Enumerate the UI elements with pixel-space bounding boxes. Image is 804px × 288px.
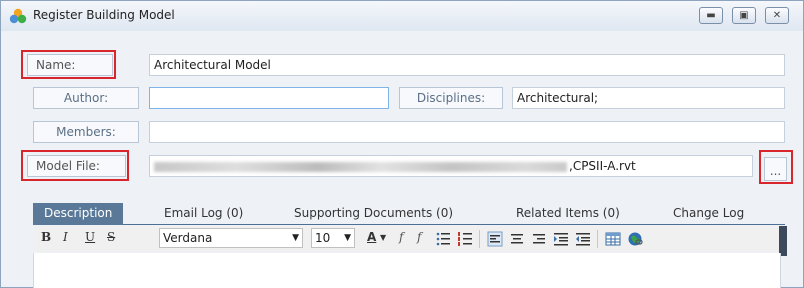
bold-button[interactable]: B (41, 230, 51, 244)
table-icon[interactable] (605, 231, 621, 247)
register-building-model-window: Register Building Model ▬ ▣ ✕ Name: Arch… (0, 0, 804, 288)
close-button[interactable]: ✕ (765, 7, 789, 24)
chevron-down-icon: ▼ (344, 233, 351, 243)
toolbar-overflow-scroll[interactable] (779, 226, 787, 256)
strikethrough-button[interactable]: S (107, 230, 115, 244)
align-center-icon[interactable] (509, 231, 525, 247)
chevron-down-icon: ▼ (380, 233, 387, 242)
minimize-button[interactable]: ▬ (699, 7, 723, 24)
author-button[interactable]: Author: (33, 87, 139, 109)
align-right-icon[interactable] (531, 231, 547, 247)
model-file-field[interactable]: ,CPSII-A.rvt (149, 155, 753, 177)
underline-button[interactable]: U (85, 230, 95, 244)
editor-toolbar: B I U S Verdana ▼ 10 ▼ A ▼ f f (33, 226, 779, 252)
browse-button-highlight (759, 150, 793, 184)
window-title: Register Building Model (33, 8, 175, 22)
disciplines-button[interactable]: Disciplines: (399, 87, 503, 109)
toolbar-divider (479, 230, 480, 248)
indent-icon[interactable] (553, 231, 569, 247)
insert-link-globe-icon[interactable] (627, 231, 643, 247)
tab-change-log[interactable]: Change Log (673, 204, 744, 223)
unordered-list-icon[interactable] (435, 231, 451, 247)
minimize-icon: ▬ (706, 10, 716, 21)
title-bar: Register Building Model ▬ ▣ ✕ (1, 1, 803, 31)
app-logo-icon (9, 8, 27, 24)
tab-related-items[interactable]: Related Items (0) (516, 204, 620, 223)
tab-description[interactable]: Description (33, 203, 124, 225)
members-button[interactable]: Members: (33, 121, 139, 143)
redacted-path (154, 161, 567, 172)
members-field[interactable] (149, 121, 785, 143)
name-field[interactable]: Architectural Model (149, 54, 785, 76)
font-color-button[interactable]: A (367, 230, 376, 244)
close-icon: ✕ (772, 10, 782, 21)
font-size-select[interactable]: 10 ▼ (311, 228, 355, 248)
model-file-label-highlight (21, 150, 129, 181)
tab-supporting-documents[interactable]: Supporting Documents (0) (294, 204, 453, 223)
font-family-select[interactable]: Verdana ▼ (159, 228, 303, 248)
restore-icon: ▣ (739, 10, 749, 21)
toolbar-divider (597, 230, 598, 248)
clear-format-button[interactable]: f (417, 230, 421, 244)
author-field[interactable] (149, 87, 389, 109)
italic-button[interactable]: I (63, 230, 68, 244)
restore-button[interactable]: ▣ (732, 7, 756, 24)
chevron-down-icon: ▼ (292, 233, 299, 243)
font-size-value: 10 (315, 231, 331, 245)
model-file-name: ,CPSII-A.rvt (569, 159, 636, 173)
tab-bar: Description Email Log (0) Supporting Doc… (33, 201, 785, 225)
description-editor[interactable] (33, 253, 781, 288)
name-label-highlight (21, 50, 116, 79)
tab-email-log[interactable]: Email Log (0) (164, 204, 243, 223)
align-left-icon[interactable] (487, 231, 503, 247)
outdent-icon[interactable] (575, 231, 591, 247)
font-family-value: Verdana (163, 231, 213, 245)
disciplines-field[interactable]: Architectural; (512, 87, 785, 109)
ordered-list-icon[interactable] (457, 231, 473, 247)
format-button[interactable]: f (399, 230, 403, 244)
